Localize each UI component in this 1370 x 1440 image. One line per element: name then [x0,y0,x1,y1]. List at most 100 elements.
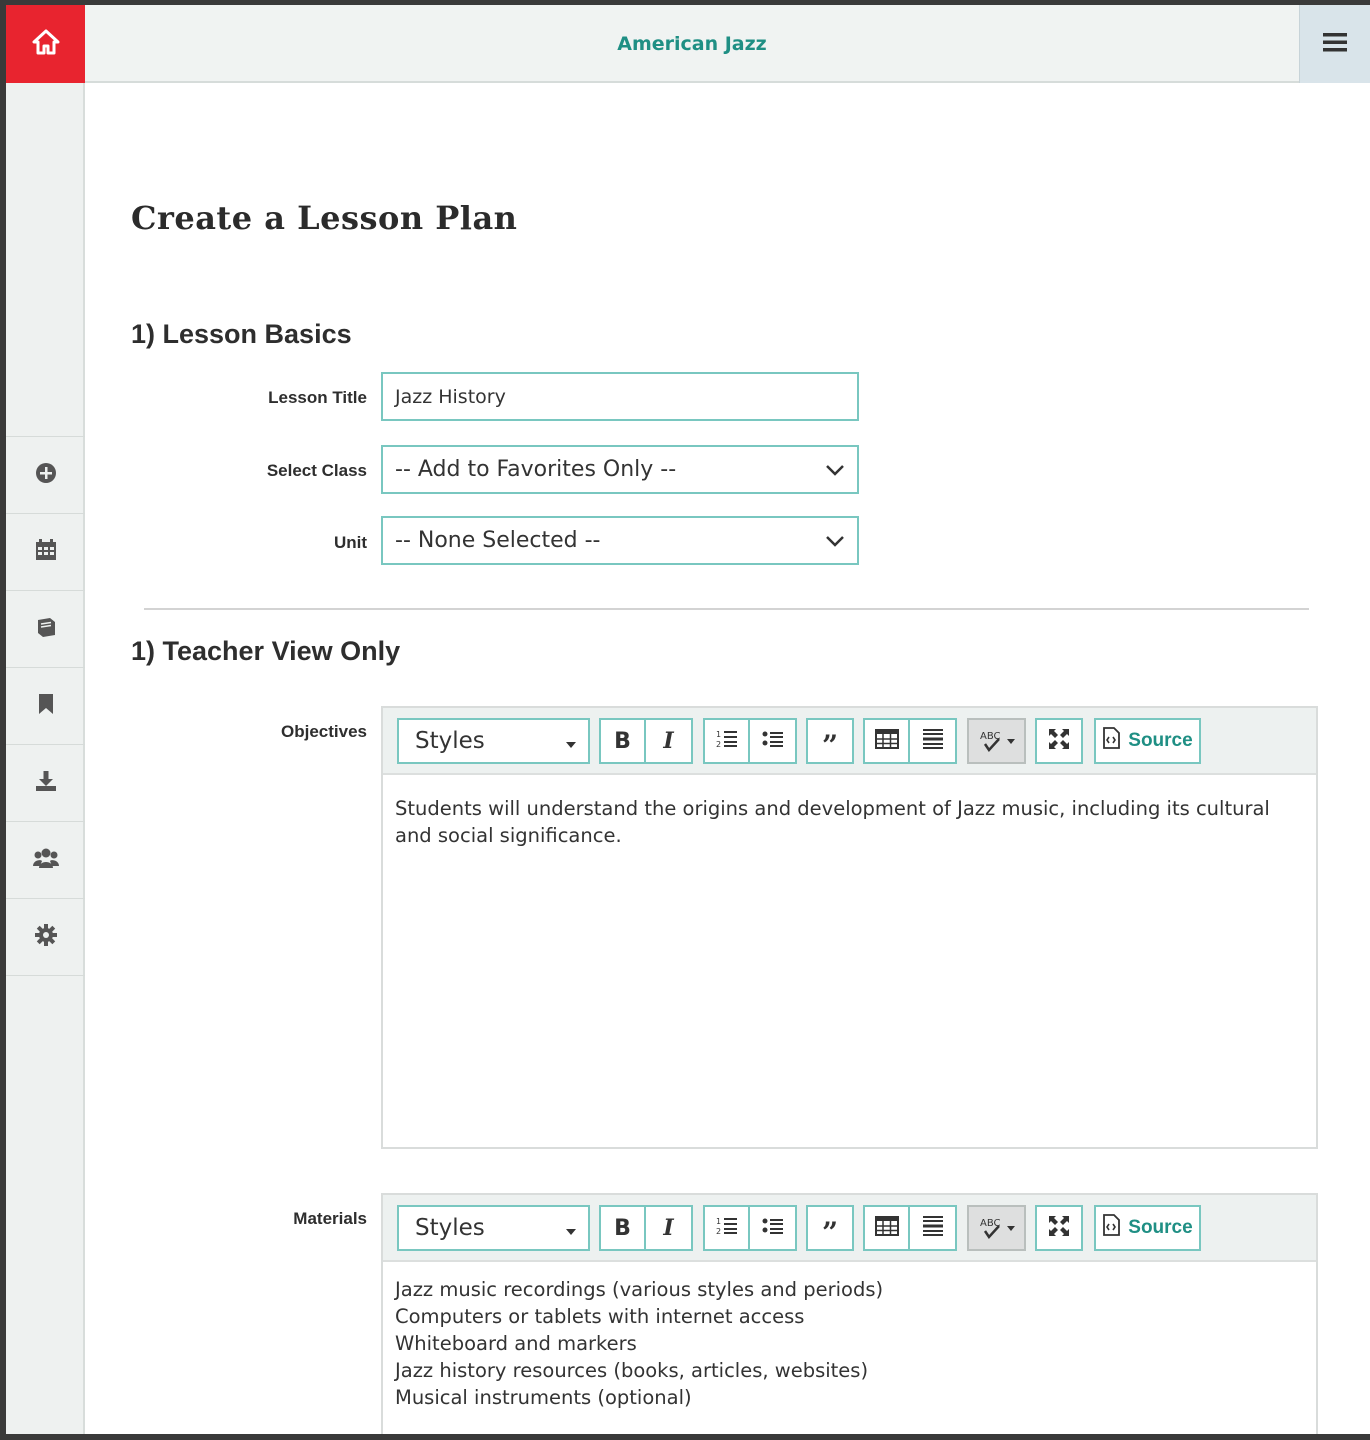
materials-text-area[interactable]: Jazz music recordings (various styles an… [383,1262,1316,1431]
source-button[interactable]: Source [1094,1205,1201,1251]
chevron-down-icon [825,528,845,553]
materials-line: Jazz history resources (books, articles,… [395,1359,869,1382]
sidebar-item-settings[interactable] [6,898,98,975]
chevron-down-icon [825,457,845,482]
styles-dropdown[interactable]: Styles [397,718,590,764]
editor-toolbar: Styles B I 12 ” ABC Source [383,1195,1316,1262]
maximize-group [1035,718,1083,764]
svg-text:1: 1 [716,1217,721,1226]
numbered-list-button[interactable]: 12 [705,720,750,762]
top-header: American Jazz [6,5,1370,83]
table-icon [874,1216,899,1240]
materials-line: Jazz music recordings (various styles an… [395,1278,884,1301]
svg-text:2: 2 [716,740,721,749]
unit-dropdown[interactable]: -- None Selected -- [381,516,859,565]
bulleted-list-button[interactable] [750,720,795,762]
bold-icon: B [614,1215,631,1241]
table-group [863,718,957,764]
page-title: Create a Lesson Plan [131,199,518,237]
lesson-title-value: Jazz History [395,385,506,408]
numbered-list-icon: 12 [716,1216,738,1240]
unit-value: -- None Selected -- [395,528,601,553]
svg-text:1: 1 [716,730,721,739]
materials-line: Whiteboard and markers [395,1332,637,1355]
objectives-text-area[interactable]: Students will understand the origins and… [383,775,1316,869]
blockquote-button[interactable]: ” [808,1207,852,1249]
maximize-button[interactable] [1037,1207,1081,1249]
quote-group: ” [806,718,854,764]
sidebar-item-book[interactable] [6,590,98,667]
menu-button[interactable] [1299,5,1370,83]
numbered-list-button[interactable]: 12 [705,1207,750,1249]
quote-group: ” [806,1205,854,1251]
sidebar-item-users[interactable] [6,821,98,898]
quote-icon: ” [821,729,839,762]
format-group: B I [599,1205,693,1251]
sidebar-item-download[interactable] [6,744,85,821]
svg-text:2: 2 [716,1227,721,1236]
maximize-button[interactable] [1037,720,1081,762]
sidebar [6,83,98,1434]
blockquote-button[interactable]: ” [808,720,852,762]
caret-down-icon [566,1215,576,1241]
select-class-value: -- Add to Favorites Only -- [395,457,677,482]
objectives-label: Objectives [281,722,367,741]
bold-icon: B [614,728,631,754]
styles-label: Styles [415,728,485,754]
styles-label: Styles [415,1215,485,1241]
sidebar-item-calendar[interactable] [6,513,85,590]
section-heading-teacher-view: 1) Teacher View Only [131,636,401,666]
bulleted-list-icon [762,1217,784,1239]
styles-dropdown[interactable]: Styles [397,1205,590,1251]
source-label: Source [1128,730,1193,751]
table-icon [874,729,899,753]
bulleted-list-icon [762,730,784,752]
lesson-title-input[interactable]: Jazz History [381,372,859,421]
table-button[interactable] [865,720,910,762]
spellcheck-button[interactable]: ABC [967,1205,1026,1251]
source-document-icon [1102,1214,1121,1242]
italic-button[interactable]: I [646,720,691,762]
horizontal-line-button[interactable] [910,720,955,762]
plus-circle-icon [35,462,57,488]
spellcheck-icon: ABC [979,729,1015,753]
source-label: Source [1128,1217,1193,1238]
italic-icon: I [663,728,674,754]
editor-toolbar: Styles B I 12 ” ABC Source [383,708,1316,775]
numbered-list-icon: 12 [716,729,738,753]
materials-editor: Styles B I 12 ” ABC Source Jazz music re… [381,1193,1318,1434]
unit-label: Unit [333,533,367,552]
format-group: B I [599,718,693,764]
home-button[interactable] [6,5,85,83]
bold-button[interactable]: B [601,1207,646,1249]
table-button[interactable] [865,1207,910,1249]
materials-line: Computers or tablets with internet acces… [395,1305,805,1328]
sidebar-item-add[interactable] [6,436,98,513]
maximize-icon [1048,728,1070,754]
materials-label: Materials [293,1209,367,1228]
download-icon [35,770,57,796]
quote-icon: ” [821,1216,839,1249]
bold-button[interactable]: B [601,720,646,762]
italic-button[interactable]: I [646,1207,691,1249]
horizontal-rule-icon [922,1215,944,1241]
list-group: 12 [703,1205,797,1251]
spellcheck-button[interactable]: ABC [967,718,1026,764]
sidebar-item-bookmark[interactable] [6,667,85,744]
source-button[interactable]: Source [1094,718,1201,764]
sidebar-divider [6,975,85,976]
maximize-icon [1048,1215,1070,1241]
select-class-dropdown[interactable]: -- Add to Favorites Only -- [381,445,859,494]
users-icon [32,847,59,873]
app-window: American Jazz Create a Lesson Plan 1) Le… [6,5,1370,1434]
italic-icon: I [663,1215,674,1241]
hamburger-menu-icon [1322,31,1348,57]
app-title: American Jazz [617,33,767,55]
section-heading-lesson-basics: 1) Lesson Basics [131,319,352,349]
bulleted-list-button[interactable] [750,1207,795,1249]
horizontal-line-button[interactable] [910,1207,955,1249]
objectives-line: and social significance. [395,824,622,847]
horizontal-rule-icon [922,728,944,754]
objectives-line: Students will understand the origins and… [395,797,1270,820]
main-content: Create a Lesson Plan 1) Lesson Basics Le… [85,85,1370,1434]
